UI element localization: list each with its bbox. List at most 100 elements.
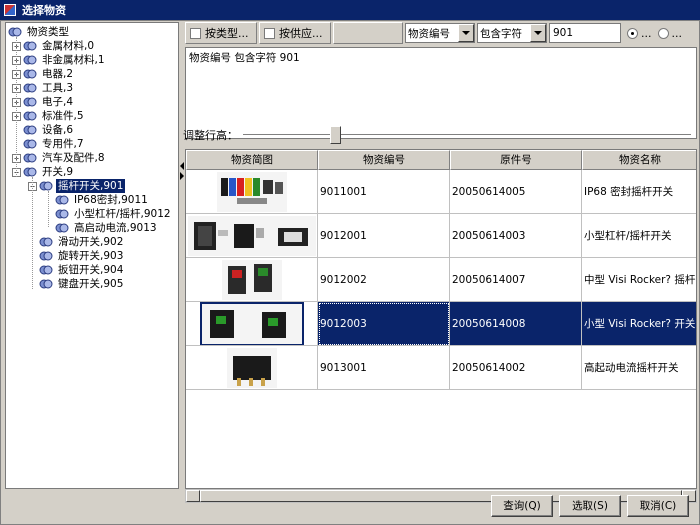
tree-item[interactable]: + 工具,3 (12, 81, 75, 95)
search-input[interactable]: 901 (549, 23, 621, 43)
dialog-buttons: 查询(Q) 选取(S) 取消(C) (491, 495, 689, 517)
table-cell-part[interactable]: 20050614008 (450, 302, 582, 346)
tree-item-label: 键盘开关,905 (58, 278, 124, 290)
tree-item[interactable]: − 开关,9 (12, 165, 75, 179)
table-cell-code[interactable]: 9011001 (318, 170, 450, 214)
operator-select-value: 包含字符 (480, 27, 522, 40)
table-cell-code[interactable]: 9013001 (318, 346, 450, 390)
title-bar: 选择物资 (0, 0, 700, 20)
category-node-icon (23, 40, 37, 52)
tree-item[interactable]: + 汽车及配件,8 (12, 151, 107, 165)
table-row[interactable]: 9011001 20050614005 IP68 密封摇杆开关 (186, 170, 696, 214)
tree-item-label: 金属材料,0 (42, 40, 95, 52)
table-cell-name[interactable]: IP68 密封摇杆开关 (582, 170, 696, 214)
tree-item[interactable]: + 电器,2 (12, 67, 75, 81)
tree-item[interactable]: − 摇杆开关,901 (28, 179, 126, 193)
tree-item[interactable]: + 金属材料,0 (12, 39, 96, 53)
column-header[interactable]: 物资简图 (186, 150, 318, 170)
category-node-icon (39, 264, 53, 276)
tree-item[interactable]: 设备,6 (12, 123, 75, 137)
tree-guide-line (48, 191, 49, 227)
scroll-left-button[interactable] (186, 490, 200, 502)
category-node-icon (23, 138, 37, 150)
row-height-control: 调整行高： (183, 125, 697, 145)
product-thumbnail[interactable] (186, 258, 318, 302)
tree-item-label: 摇杆开关,901 (56, 179, 126, 193)
table-cell-name[interactable]: 小型杠杆/摇杆开关 (582, 214, 696, 258)
tree-item[interactable]: + 非金属材料,1 (12, 53, 107, 67)
select-button[interactable]: 选取(S) (559, 495, 621, 517)
tree-item[interactable]: 扳钮开关,904 (28, 263, 125, 277)
dialog-window: 物资类型 + 金属材料,0 + 非金属材料,1 + 电器,2 + 工具,3 + 电子,4 + 标准件,5… (0, 20, 700, 525)
radio-option-2[interactable] (657, 27, 669, 39)
table-row[interactable]: 9012002 20050614007 中型 Visi Rocker? 摇杆开 (186, 258, 696, 302)
tree-item[interactable]: 高启动电流,9013 (44, 221, 159, 235)
category-node-icon (23, 96, 37, 108)
table-row[interactable]: 9012001 20050614003 小型杠杆/摇杆开关 (186, 214, 696, 258)
table-cell-part[interactable]: 20050614002 (450, 346, 582, 390)
collapse-right-icon[interactable] (180, 172, 184, 180)
product-thumbnail[interactable] (186, 170, 318, 214)
chevron-down-icon[interactable] (530, 24, 546, 42)
field-select[interactable]: 物资编号 (405, 23, 475, 43)
chevron-down-icon[interactable] (458, 24, 474, 42)
app-icon (4, 4, 16, 16)
radio-option-1[interactable] (627, 27, 638, 39)
tree-item-label: 滑动开关,902 (58, 236, 124, 248)
column-header[interactable]: 物资名称 (582, 150, 696, 170)
category-tree[interactable]: 物资类型 + 金属材料,0 + 非金属材料,1 + 电器,2 + 工具,3 + 电子,4 + 标准件,5… (5, 22, 179, 489)
tree-item[interactable]: 小型杠杆/摇杆,9012 (44, 207, 173, 221)
table-cell-part[interactable]: 20050614003 (450, 214, 582, 258)
toolbar-spacer (333, 22, 403, 44)
category-node-icon (23, 82, 37, 94)
by-type-checkbox-box[interactable] (190, 27, 201, 39)
table-header: 物资简图 物资编号 原件号 物资名称 (186, 150, 696, 170)
tree-item[interactable]: 键盘开关,905 (28, 277, 125, 291)
match-mode-radios: ... ... (627, 27, 688, 40)
tree-item-label: 电器,2 (42, 68, 74, 80)
query-button[interactable]: 查询(Q) (491, 495, 553, 517)
table-cell-code[interactable]: 9012001 (318, 214, 450, 258)
tree-item-label: 设备,6 (42, 124, 74, 136)
category-node-icon (39, 236, 53, 248)
product-thumbnail[interactable] (186, 214, 318, 258)
table-cell-code[interactable]: 9012002 (318, 258, 450, 302)
tree-item-label: 旋转开关,903 (58, 250, 124, 262)
table-cell-name[interactable]: 高起动电流摇杆开关 (582, 346, 696, 390)
row-height-slider-thumb[interactable] (330, 126, 342, 144)
splitter[interactable] (180, 22, 184, 489)
tree-item[interactable]: + 标准件,5 (12, 109, 86, 123)
table-cell-code[interactable]: 9012003 (318, 302, 450, 346)
table-cell-part[interactable]: 20050614007 (450, 258, 582, 302)
column-header[interactable]: 原件号 (450, 150, 582, 170)
product-thumbnail[interactable] (186, 302, 318, 346)
by-type-checkbox[interactable]: 按类型... (185, 22, 257, 44)
row-height-slider[interactable] (243, 134, 691, 136)
cancel-button[interactable]: 取消(C) (627, 495, 689, 517)
tree-item-label: 高启动电流,9013 (74, 222, 157, 234)
tree-item[interactable]: 旋转开关,903 (28, 249, 125, 263)
operator-select[interactable]: 包含字符 (477, 23, 547, 43)
category-node-icon (23, 68, 37, 80)
by-supplier-checkbox[interactable]: 按供应... (259, 22, 331, 44)
tree-item[interactable]: + 电子,4 (12, 95, 75, 109)
by-supplier-checkbox-box[interactable] (264, 27, 275, 39)
tree-root[interactable]: 物资类型 (8, 25, 71, 39)
collapse-left-icon[interactable] (180, 162, 184, 170)
tree-item[interactable]: IP68密封,9011 (44, 193, 150, 207)
product-thumbnail[interactable] (186, 346, 318, 390)
table-cell-name[interactable]: 中型 Visi Rocker? 摇杆开 (582, 258, 696, 302)
category-node-icon (23, 124, 37, 136)
column-header[interactable]: 物资编号 (318, 150, 450, 170)
category-node-icon (39, 180, 53, 192)
table-row[interactable]: 9012003 20050614008 小型 Visi Rocker? 开关 (186, 302, 696, 346)
table-row[interactable]: 9013001 20050614002 高起动电流摇杆开关 (186, 346, 696, 390)
tree-item[interactable]: 滑动开关,902 (28, 235, 125, 249)
category-node-icon (55, 194, 69, 206)
tree-item-label: 专用件,7 (42, 138, 84, 150)
table-cell-part[interactable]: 20050614005 (450, 170, 582, 214)
tree-item-label: 非金属材料,1 (42, 54, 105, 66)
category-node-icon (39, 278, 53, 290)
tree-item[interactable]: 专用件,7 (12, 137, 86, 151)
table-cell-name[interactable]: 小型 Visi Rocker? 开关 (582, 302, 696, 346)
